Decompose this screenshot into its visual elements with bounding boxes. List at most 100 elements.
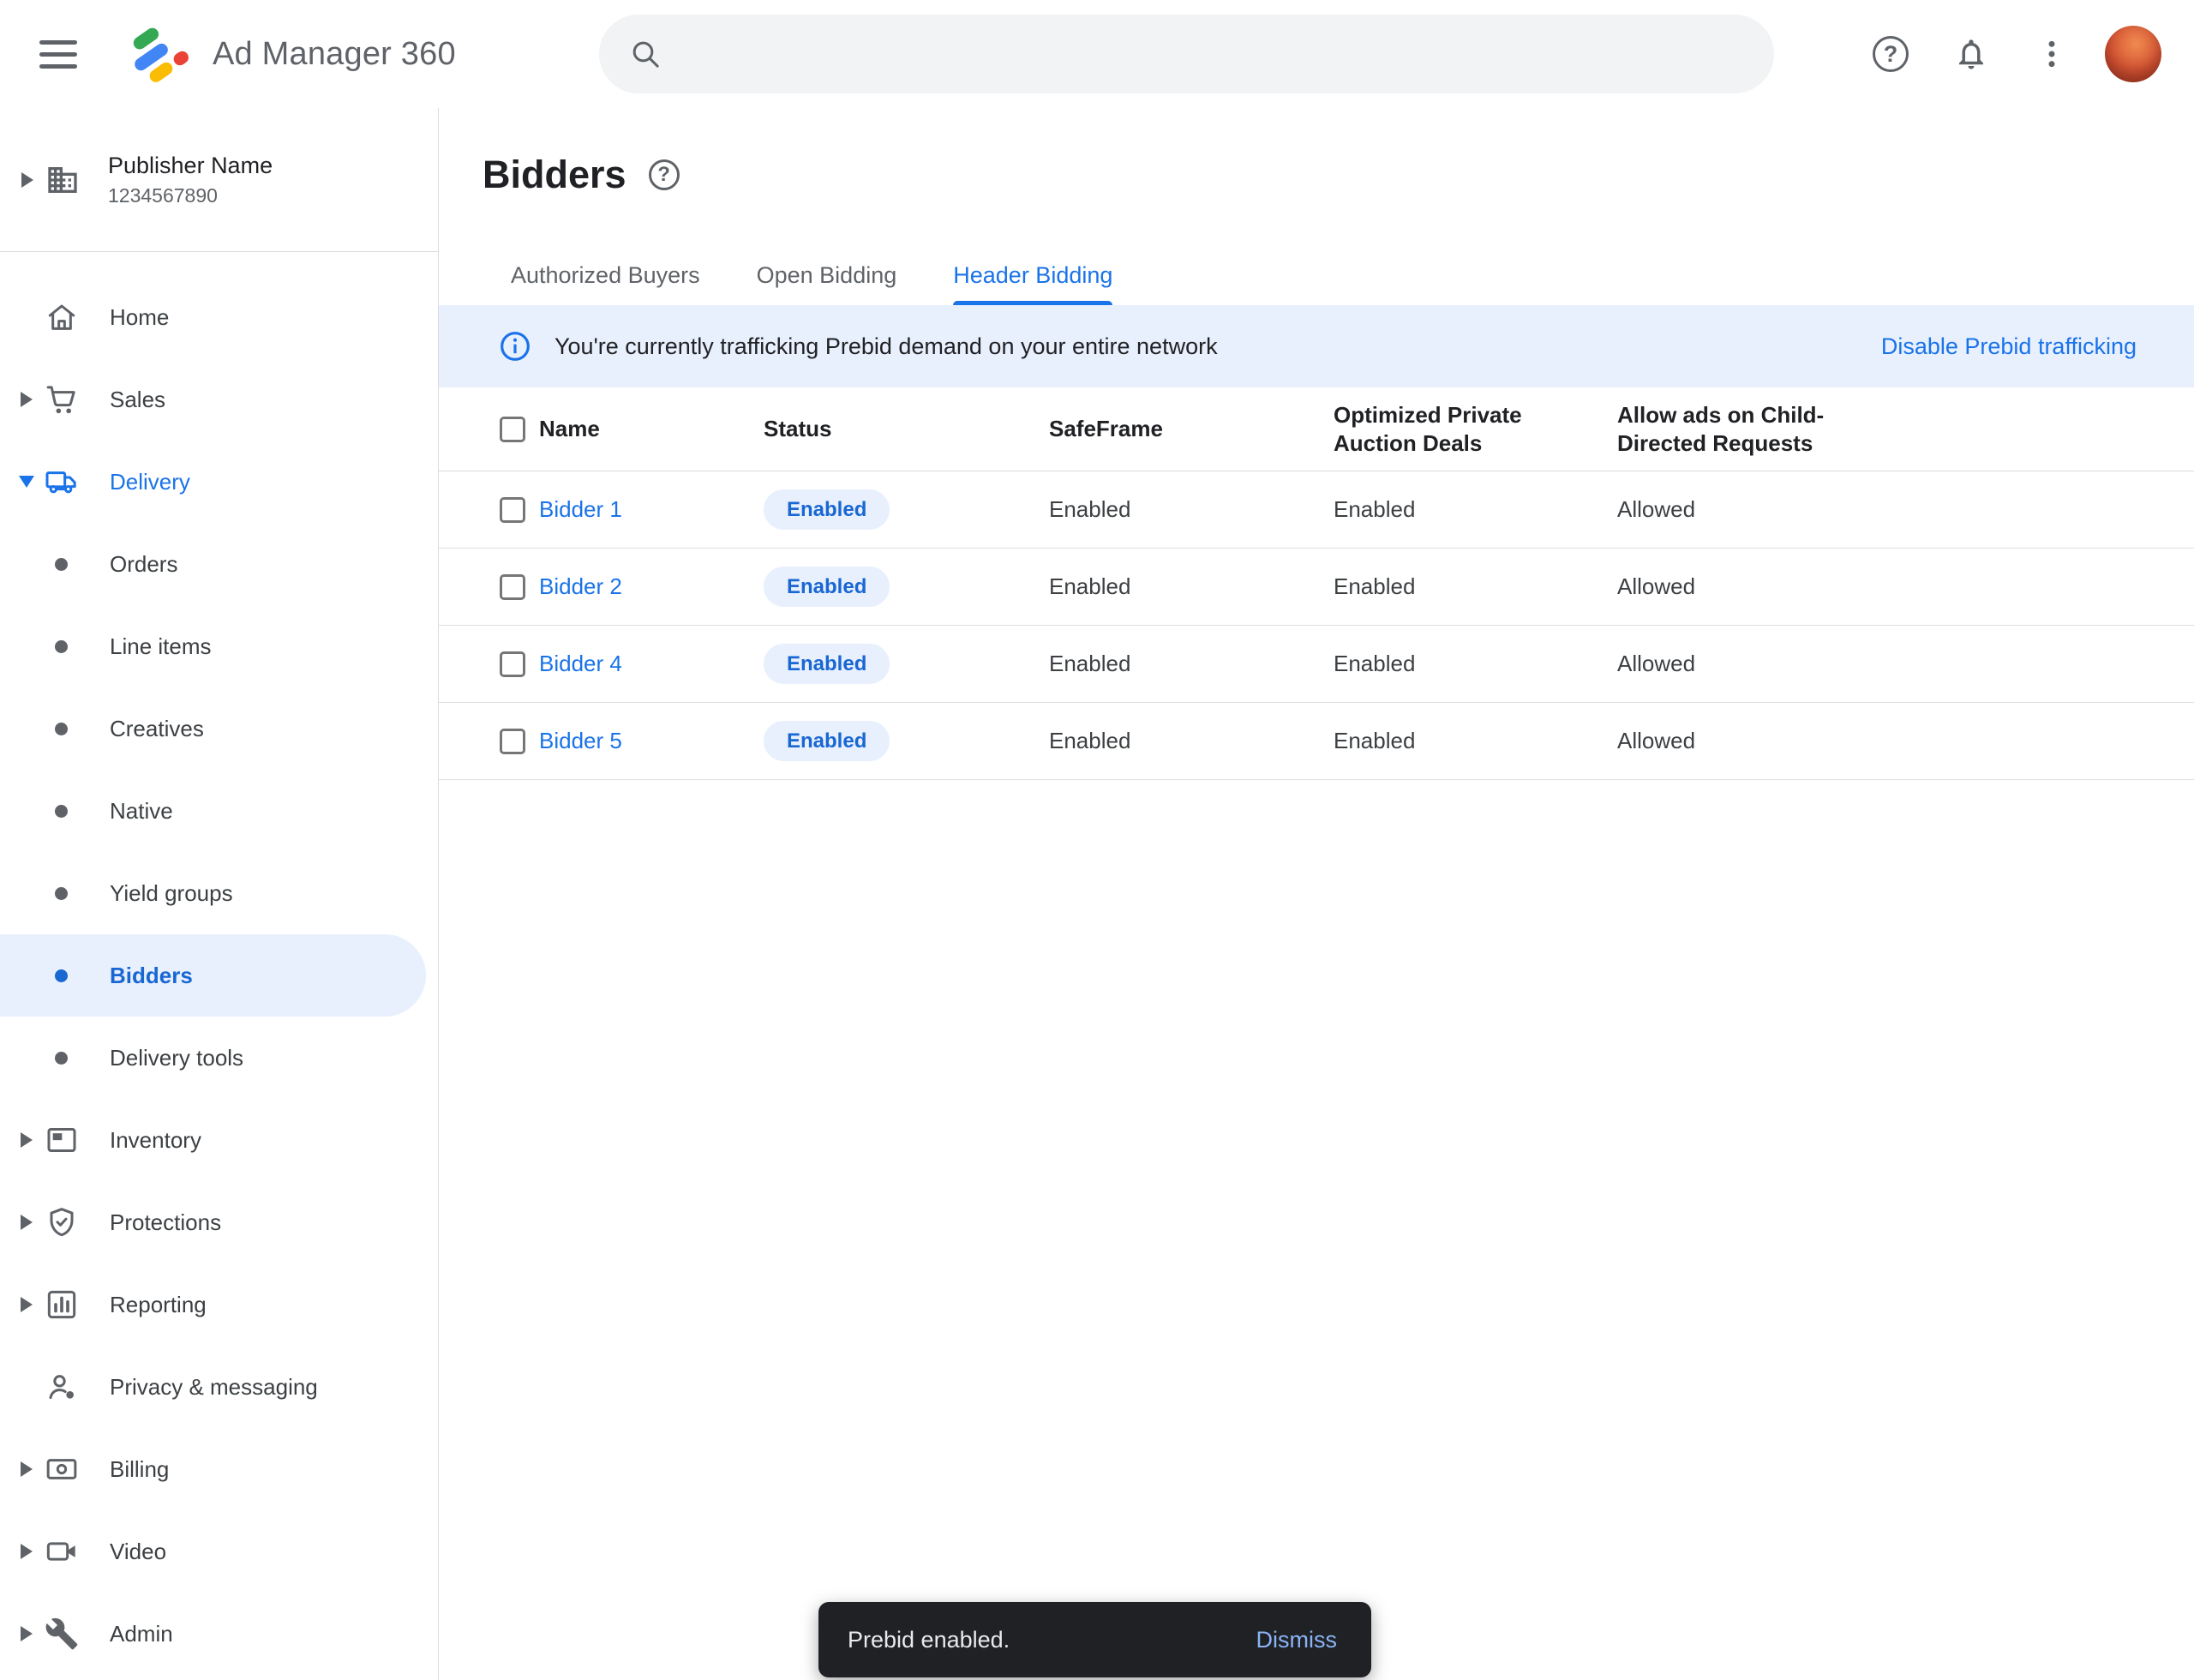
menu-icon[interactable] [39,32,84,76]
cart-icon [45,382,79,417]
publisher-name: Publisher Name [108,153,273,179]
more-options-button[interactable] [2024,27,2079,81]
chevron-right-icon[interactable] [16,392,37,407]
sidebar-item-privacy-messaging[interactable]: Privacy & messaging [0,1346,438,1428]
bidder-link[interactable]: Bidder 4 [539,651,764,677]
chevron-down-icon[interactable] [16,476,37,488]
sidebar-nav: Home Sales [0,252,438,1675]
banner-message: You're currently trafficking Prebid dema… [554,333,1218,360]
sidebar-item-sales[interactable]: Sales [0,358,438,441]
chevron-right-icon[interactable] [16,1626,37,1641]
row-checkbox[interactable] [500,729,525,754]
bullet-icon [55,969,68,982]
sidebar-item-native[interactable]: Native [0,770,438,852]
topbar-actions [1863,0,2161,108]
help-icon [1873,36,1909,72]
table-row: Bidder 4 Enabled Enabled Enabled Allowed [439,626,2194,703]
sidebar-item-billing[interactable]: Billing [0,1428,438,1510]
bar-chart-icon [45,1287,79,1322]
chevron-right-icon[interactable] [16,1461,37,1477]
sidebar-item-line-items[interactable]: Line items [0,605,438,687]
person-icon [45,1370,79,1404]
status-badge: Enabled [764,721,890,761]
chevron-right-icon[interactable] [16,1297,37,1312]
publisher-switcher[interactable]: Publisher Name 1234567890 [0,108,438,252]
building-icon [45,163,80,197]
account-avatar[interactable] [2105,26,2161,82]
table-row: Bidder 5 Enabled Enabled Enabled Allowed [439,703,2194,780]
bullet-icon [55,805,68,818]
help-button[interactable] [1863,27,1918,81]
bullet-icon [55,1052,68,1065]
chevron-right-icon[interactable] [16,1544,37,1559]
sidebar-item-bidders[interactable]: Bidders [0,934,426,1017]
wrench-icon [45,1617,79,1651]
prebid-info-banner: You're currently trafficking Prebid dema… [439,305,2194,387]
sidebar-item-home[interactable]: Home [0,276,438,358]
bullet-icon [55,887,68,900]
disable-prebid-link[interactable]: Disable Prebid trafficking [1881,333,2137,360]
notifications-button[interactable] [1944,27,1999,81]
snackbar: Prebid enabled. Dismiss [818,1602,1371,1677]
search-input[interactable] [683,40,1774,68]
truck-icon [45,465,79,499]
table-row: Bidder 2 Enabled Enabled Enabled Allowed [439,549,2194,626]
chevron-right-icon[interactable] [17,172,38,188]
home-icon [45,300,79,334]
tab-header-bidding[interactable]: Header Bidding [925,246,1141,305]
bell-icon [1953,36,1989,72]
sidebar-item-orders[interactable]: Orders [0,523,438,605]
sidebar-item-creatives[interactable]: Creatives [0,687,438,770]
snackbar-message: Prebid enabled. [848,1627,1010,1653]
col-optimized-deals: Optimized Private Auction Deals [1334,401,1539,458]
col-status: Status [764,415,1049,443]
chevron-right-icon[interactable] [16,1215,37,1230]
row-checkbox[interactable] [500,651,525,677]
inventory-icon [45,1123,79,1157]
billing-icon [45,1452,79,1486]
sidebar-item-yield-groups[interactable]: Yield groups [0,852,438,934]
publisher-id: 1234567890 [108,184,273,207]
col-safeframe: SafeFrame [1049,415,1334,443]
row-checkbox[interactable] [500,574,525,600]
page-help-icon[interactable] [649,159,680,190]
sidebar-item-video[interactable]: Video [0,1510,438,1593]
app-title: Ad Manager 360 [213,36,456,73]
sidebar-item-delivery[interactable]: Delivery [0,441,438,523]
top-app-bar: Ad Manager 360 [0,0,2194,108]
search-bar[interactable] [599,15,1774,93]
chevron-right-icon[interactable] [16,1132,37,1148]
three-dots-icon [2035,37,2069,71]
status-badge: Enabled [764,644,890,684]
bidder-link[interactable]: Bidder 5 [539,728,764,754]
sidebar-item-inventory[interactable]: Inventory [0,1099,438,1181]
bullet-icon [55,723,68,735]
page-title: Bidders [483,153,626,197]
sidebar-item-admin[interactable]: Admin [0,1593,438,1675]
col-name: Name [539,415,764,443]
bidder-link[interactable]: Bidder 1 [539,496,764,523]
snackbar-dismiss-button[interactable]: Dismiss [1251,1618,1343,1662]
sidebar-item-reporting[interactable]: Reporting [0,1263,438,1346]
ad-manager-logo [123,21,190,87]
video-camera-icon [45,1534,79,1569]
row-checkbox[interactable] [500,497,525,523]
sidebar-item-protections[interactable]: Protections [0,1181,438,1263]
sidebar: Publisher Name 1234567890 Home [0,108,439,1680]
main-content: Bidders Authorized Buyers Open Bidding H… [439,108,2194,1680]
bullet-icon [55,640,68,653]
col-child-directed: Allow ads on Child-Directed Requests [1617,401,1849,458]
tab-bar: Authorized Buyers Open Bidding Header Bi… [483,246,2194,305]
table-header-row: Name Status SafeFrame Optimized Private … [439,387,2194,471]
bidder-link[interactable]: Bidder 2 [539,573,764,600]
tab-open-bidding[interactable]: Open Bidding [728,246,926,305]
tab-authorized-buyers[interactable]: Authorized Buyers [483,246,728,305]
bidders-table: Name Status SafeFrame Optimized Private … [439,387,2194,780]
select-all-checkbox[interactable] [500,417,525,442]
table-row: Bidder 1 Enabled Enabled Enabled Allowed [439,471,2194,549]
bullet-icon [55,558,68,571]
search-icon [628,37,662,71]
shield-icon [45,1205,79,1239]
sidebar-item-delivery-tools[interactable]: Delivery tools [0,1017,438,1099]
status-badge: Enabled [764,489,890,530]
